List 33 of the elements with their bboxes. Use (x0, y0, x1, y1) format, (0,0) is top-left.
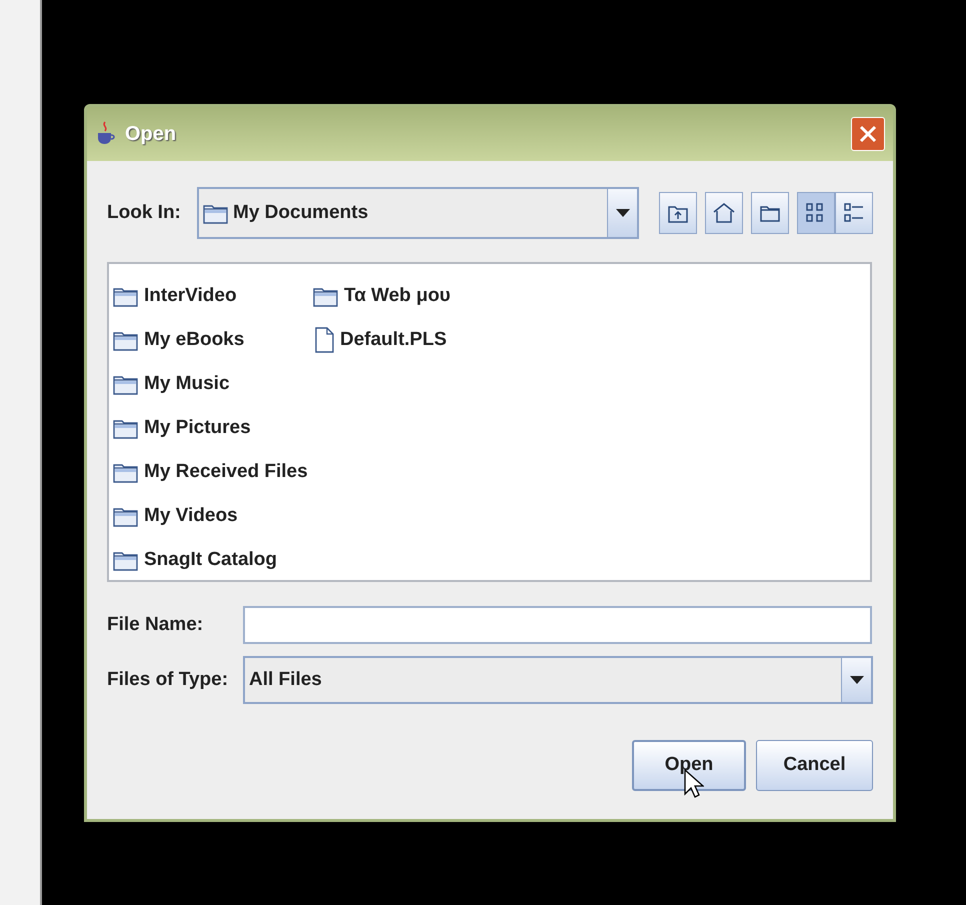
dialog-button[interactable]: Open (632, 740, 746, 791)
details-view-icon (842, 201, 866, 225)
file-item[interactable]: My Pictures (113, 406, 313, 450)
toolbar-button[interactable] (659, 192, 697, 234)
file-name-label: File Name: (107, 612, 204, 637)
file-item[interactable]: My eBooks (113, 318, 313, 362)
toolbar-button[interactable] (835, 192, 873, 234)
file-icon (313, 327, 335, 353)
toolbar-button[interactable] (751, 192, 789, 234)
dialog-button[interactable]: Cancel (756, 740, 873, 791)
home-icon (712, 201, 736, 225)
dropdown-value: All Files (248, 668, 323, 692)
window-title: Open (125, 122, 176, 147)
file-type-label: Files of Type: (107, 668, 230, 692)
close-icon (859, 125, 877, 143)
file-item[interactable]: My Received Files (113, 450, 313, 494)
file-item[interactable]: My Music (113, 362, 313, 406)
file-type-dropdown[interactable]: All Files (243, 656, 873, 704)
file-item[interactable]: Τα Web μου (313, 274, 513, 318)
file-item[interactable]: SnagIt Catalog (113, 538, 313, 582)
file-item[interactable]: InterVideo (113, 274, 313, 318)
file-item[interactable]: Default.PLS (313, 318, 513, 362)
look-in-dropdown[interactable]: My Documents (197, 187, 639, 239)
file-item[interactable]: My Videos (113, 494, 313, 538)
toolbar-button[interactable] (797, 192, 835, 234)
close-button[interactable] (851, 117, 885, 151)
dropdown-arrow-icon (616, 209, 630, 217)
dropdown-arrow-icon (850, 676, 864, 684)
toolbar-button[interactable] (705, 192, 743, 234)
dropdown-value: My Documents (233, 200, 368, 225)
file-name-field[interactable] (243, 606, 872, 644)
coffee-cup-icon (95, 121, 117, 147)
look-in-label: Look In: (107, 200, 182, 225)
